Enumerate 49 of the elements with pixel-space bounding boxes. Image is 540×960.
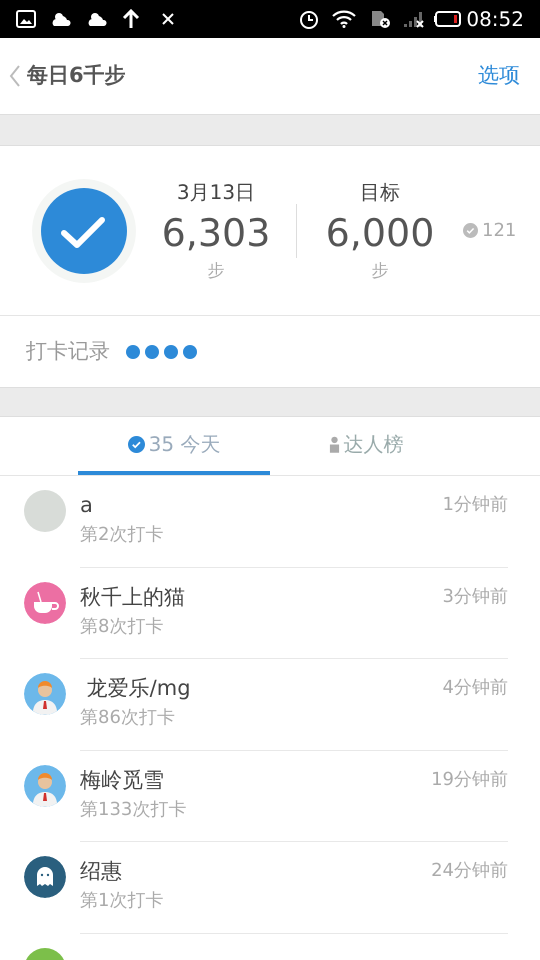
time-ago: 24分钟前 [431, 859, 508, 883]
checkin-row[interactable]: 绍惠 第1次打卡 24分钟前 [0, 842, 540, 934]
avatar-photo-placeholder [24, 490, 66, 532]
check-icon [128, 436, 145, 452]
options-button[interactable]: 选项 [466, 60, 532, 92]
chevron-left-icon [9, 64, 21, 88]
checkin-count: 第2次打卡 [80, 523, 164, 547]
time-ago: 1分钟前 [442, 493, 508, 517]
clock-time: 08:52 [466, 6, 524, 33]
image-icon [16, 9, 36, 29]
user-name: 秋千上的猫 [80, 584, 186, 610]
person-avatar-icon [24, 673, 66, 715]
steps-value: 6,303 [162, 210, 270, 257]
steps-unit: 步 [208, 260, 224, 283]
checkin-count: 第133次打卡 [80, 798, 188, 822]
checkin-row[interactable]: 秋千上的猫 第8次打卡 3分钟前 [0, 568, 540, 659]
wifi-icon [332, 10, 356, 28]
goal-unit: 步 [372, 260, 388, 283]
checkin-count: 第8次打卡 [80, 614, 164, 638]
alarm-icon [298, 8, 320, 30]
time-ago: 4分钟前 [442, 676, 508, 700]
battery-icon [434, 11, 462, 27]
back-button[interactable]: 每日6千步 [8, 60, 127, 92]
person-icon [328, 436, 340, 452]
page-title: 每日6千步 [27, 62, 126, 90]
user-name: a [80, 492, 94, 519]
user-name: 龙爱乐/mg [86, 675, 192, 702]
upload-arrow-icon [122, 9, 140, 29]
user-name: 梅岭觅雪 [80, 766, 165, 794]
ghost-avatar-icon [24, 856, 66, 898]
time-ago: 19分钟前 [431, 768, 508, 792]
checkin-row[interactable]: 梅岭觅雪 第133次打卡 19分钟前 [0, 750, 540, 842]
checkin-count: 第1次打卡 [80, 889, 164, 913]
record-label: 打卡记录 [26, 338, 110, 365]
check-icon [463, 223, 478, 238]
checkin-count: 121 [482, 219, 516, 243]
signal-icon [402, 9, 426, 29]
user-name: 绍惠 [80, 858, 123, 885]
checkin-row[interactable]: a 第2次打卡 1分钟前 [0, 476, 540, 568]
date-label: 3月13日 [176, 178, 256, 206]
cup-avatar-icon [24, 582, 66, 624]
checkin-row[interactable]: 龙爱乐/mg 第86次打卡 4分钟前 [0, 659, 540, 750]
goal-label: 目标 [360, 178, 400, 206]
close-icon [162, 13, 174, 25]
goal-value: 6,000 [326, 210, 434, 257]
sim-card-icon [370, 9, 392, 29]
person-avatar-icon [24, 764, 66, 806]
time-ago: 3分钟前 [442, 584, 508, 608]
checkin-count: 第86次打卡 [80, 706, 176, 730]
